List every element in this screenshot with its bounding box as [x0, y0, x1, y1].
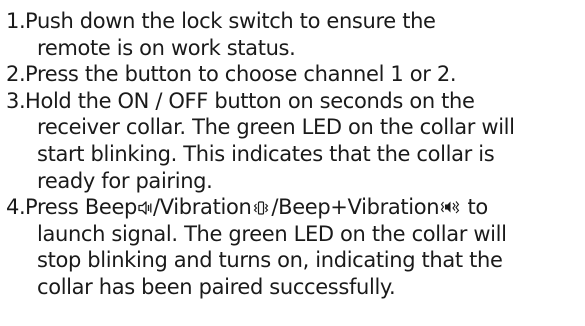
step-text-line: Push down the lock switch to ensure the — [25, 9, 436, 33]
vibration-icon — [252, 200, 270, 216]
step-text-line: ready for pairing. — [37, 168, 213, 193]
step-number: 1. — [6, 9, 26, 33]
step-number: 3. — [6, 88, 26, 113]
step-text-line: launch signal. The green LED on the coll… — [37, 221, 507, 246]
step-text-line: Hold the ON / OFF button on seconds on t… — [25, 88, 475, 113]
speaker-icon — [138, 200, 152, 216]
step-text-line: Press the button to choose channel 1 or … — [25, 62, 457, 87]
step-1: 1. Push down the lock switch to ensure t… — [6, 8, 579, 61]
step-number: 2. — [6, 62, 26, 87]
step-text-segment: /Vibration — [153, 195, 252, 220]
step-3: 3. Hold the ON / OFF button on seconds o… — [6, 88, 579, 194]
step-text-line-with-icons: Press Beep/Vibration/Beep+Vibration to — [25, 194, 579, 221]
step-text-segment: to — [461, 195, 489, 220]
step-text-segment: Press Beep — [25, 195, 138, 220]
instruction-page: 1. Push down the lock switch to ensure t… — [0, 0, 585, 326]
step-text-line: remote is on work status. — [37, 35, 296, 60]
pairing-steps-list: 1. Push down the lock switch to ensure t… — [6, 8, 579, 301]
step-2: 2. Press the button to choose channel 1 … — [6, 61, 579, 88]
step-text-segment: /Beep+Vibration — [271, 195, 440, 220]
step-4: 4. Press Beep/Vibration/Beep+Vibration t… — [6, 194, 579, 300]
step-text-line: start blinking. This indicates that the … — [37, 141, 495, 166]
step-text-line: collar has been paired successfully. — [37, 274, 396, 299]
step-text-line: stop blinking and turns on, indicating t… — [37, 248, 503, 273]
beep-vibration-icon — [440, 198, 460, 216]
step-number: 4. — [6, 195, 26, 220]
step-text-line: receiver collar. The green LED on the co… — [37, 115, 515, 140]
